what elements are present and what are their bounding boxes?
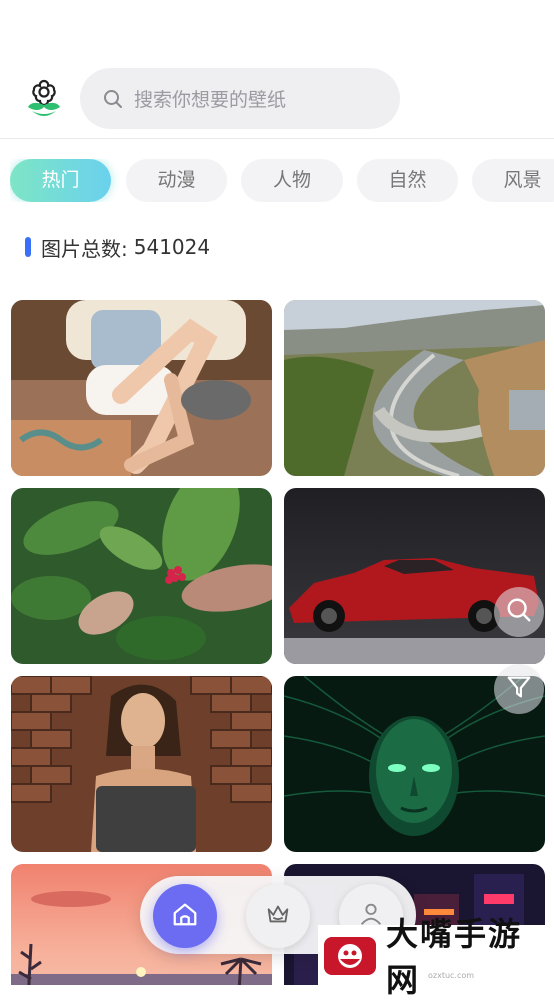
tab-anime[interactable]: 动漫	[126, 159, 227, 202]
wallpaper-card-woman-sitting[interactable]	[11, 300, 272, 476]
filter-button[interactable]	[494, 664, 544, 714]
app-header: 搜索你想要的壁纸	[0, 0, 554, 139]
nav-home-button[interactable]	[153, 884, 217, 948]
tab-scenery[interactable]: 风景	[472, 159, 554, 202]
filter-icon	[505, 673, 533, 705]
wallpaper-card-highway[interactable]	[284, 300, 545, 476]
nav-vip-button[interactable]	[246, 884, 310, 948]
search-placeholder: 搜索你想要的壁纸	[134, 89, 287, 111]
tab-hot[interactable]: 热门	[10, 159, 111, 202]
category-tabs: 热门 动漫 人物 自然 风景	[10, 159, 554, 202]
crown-icon	[264, 900, 292, 932]
watermark: 大嘴手游网 ozxtuc.com	[318, 915, 554, 999]
wallpaper-card-leaves[interactable]	[11, 488, 272, 664]
tab-nature[interactable]: 自然	[357, 159, 458, 202]
watermark-text: 大嘴手游网	[386, 915, 523, 999]
watermark-logo-icon	[322, 929, 378, 981]
search-icon	[102, 88, 124, 110]
count-value: 541024	[133, 235, 211, 259]
count-accent-bar	[25, 237, 31, 257]
zoom-icon	[505, 596, 533, 628]
watermark-sub: ozxtuc.com	[428, 971, 475, 980]
home-icon	[171, 900, 199, 932]
image-count: 图片总数: 541024	[25, 232, 210, 262]
zoom-button[interactable]	[494, 587, 544, 637]
tab-people[interactable]: 人物	[241, 159, 343, 202]
flower-sprout-icon[interactable]	[22, 77, 66, 121]
wallpaper-card-car[interactable]	[284, 488, 545, 664]
wallpaper-card-woman-brick[interactable]	[11, 676, 272, 852]
count-label: 图片总数:	[41, 236, 128, 261]
search-input[interactable]: 搜索你想要的壁纸	[80, 68, 400, 129]
